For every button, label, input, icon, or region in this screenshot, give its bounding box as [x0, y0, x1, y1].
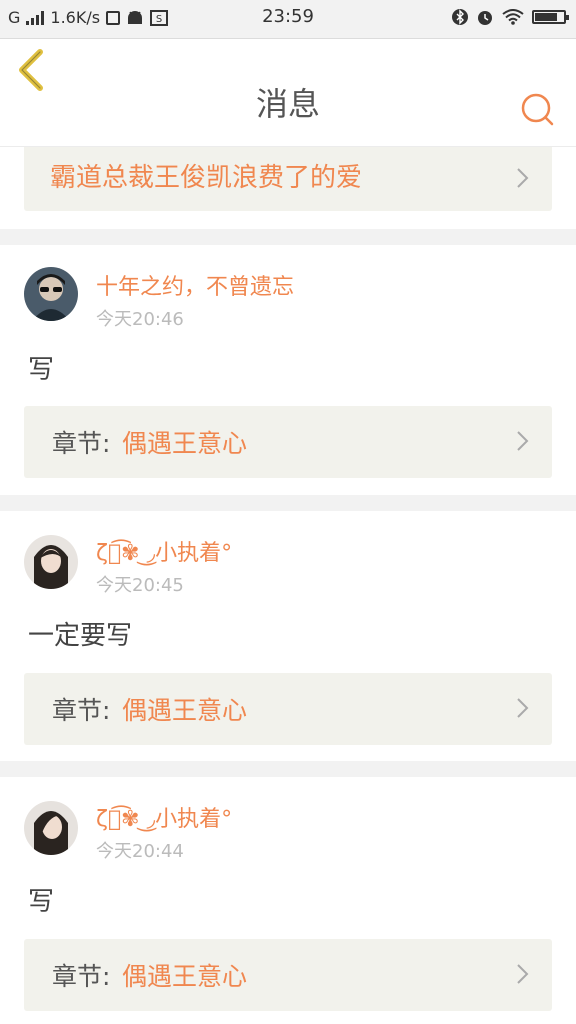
chapter-label: 章节:	[52, 696, 111, 725]
chapter-link[interactable]: 章节: 偶遇王意心	[24, 939, 552, 1011]
chapter-link[interactable]: 章节: 偶遇王意心	[24, 673, 552, 745]
bluetooth-icon	[452, 9, 468, 25]
avatar-image	[24, 535, 78, 589]
alarm-icon	[478, 11, 492, 25]
chapter-title: 偶遇王意心	[122, 429, 248, 458]
avatar[interactable]	[24, 267, 78, 321]
search-button[interactable]	[520, 92, 556, 128]
battery-level	[535, 13, 558, 21]
avatar-image	[24, 267, 78, 321]
avatar[interactable]	[24, 535, 78, 589]
divider	[0, 229, 576, 245]
chapter-link[interactable]: 章节: 偶遇王意心	[24, 406, 552, 478]
divider	[0, 495, 576, 511]
status-bar: G 1.6K/s S 23:59	[0, 0, 576, 39]
chapter-label: 章节:	[52, 429, 111, 458]
comment-text: 写	[28, 355, 55, 385]
username[interactable]: ζั͡✾ ͜◞小执着°	[96, 535, 232, 567]
divider	[0, 761, 576, 777]
username[interactable]: ζั͡✾ ͜◞小执着°	[96, 801, 232, 833]
avatar-image	[24, 801, 78, 855]
chapter-label: 章节:	[52, 962, 111, 991]
username[interactable]: 十年之约，不曾遗忘	[96, 269, 294, 301]
chapter-title: 偶遇王意心	[122, 696, 248, 725]
page-title: 消息	[255, 85, 320, 123]
battery-icon	[532, 10, 569, 24]
chevron-right-icon	[517, 431, 529, 451]
chevron-right-icon	[517, 698, 529, 718]
comment-text: 一定要写	[28, 621, 133, 651]
avatar[interactable]	[24, 801, 78, 855]
chapter-title: 偶遇王意心	[122, 962, 248, 991]
chevron-right-icon	[517, 964, 529, 984]
wifi-icon	[502, 9, 524, 25]
status-right	[452, 8, 569, 26]
comment-text: 写	[28, 887, 55, 917]
timestamp: 今天20:46	[96, 309, 184, 330]
top-chapter-link[interactable]: 霸道总裁王俊凯浪费了的爱	[24, 147, 552, 211]
timestamp: 今天20:44	[96, 841, 184, 862]
timestamp: 今天20:45	[96, 575, 184, 596]
chevron-right-icon	[517, 168, 529, 188]
search-icon	[521, 93, 554, 126]
chapter-title: 霸道总裁王俊凯浪费了的爱	[50, 163, 363, 193]
